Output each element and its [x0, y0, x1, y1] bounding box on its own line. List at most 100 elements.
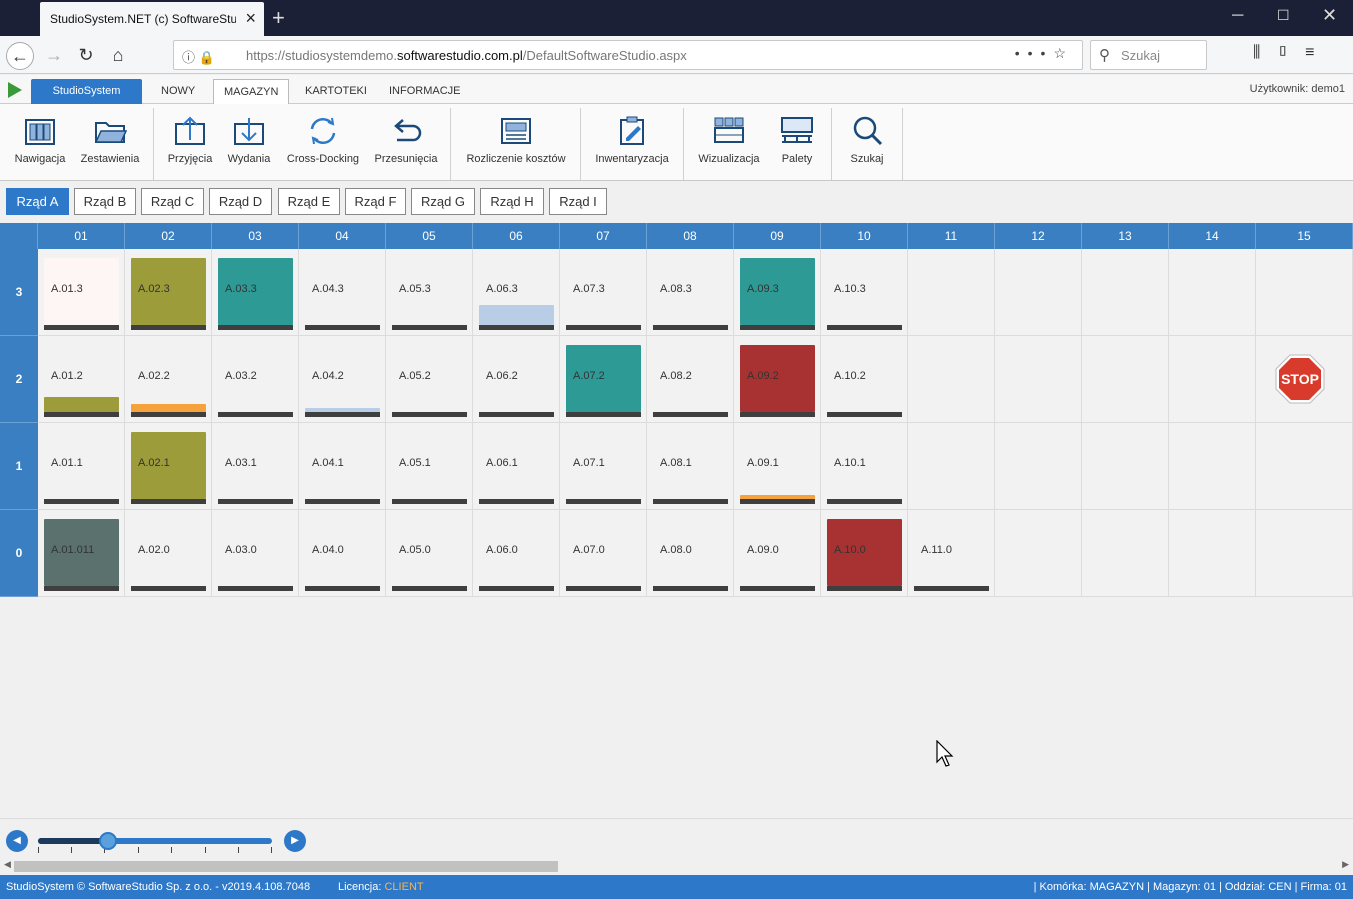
rack-cell[interactable]: A.03.1 [212, 423, 299, 510]
rack-cell[interactable]: A.03.0 [212, 510, 299, 597]
rack-cell[interactable]: A.04.2 [299, 336, 386, 423]
rack-cell[interactable]: A.10.1 [821, 423, 908, 510]
rack-cell[interactable] [1169, 249, 1256, 336]
rack-cell[interactable]: A.06.2 [473, 336, 560, 423]
rack-cell[interactable] [1169, 423, 1256, 510]
page-actions-icon[interactable]: •••☆ [1015, 45, 1074, 62]
forward-icon[interactable]: → [40, 42, 68, 70]
rack-cell[interactable]: A.02.0 [125, 510, 212, 597]
ribbon-palety[interactable]: Palety [768, 104, 826, 180]
rack-cell[interactable]: A.07.0 [560, 510, 647, 597]
rack-cell[interactable]: A.02.2 [125, 336, 212, 423]
rack-cell[interactable]: A.09.3 [734, 249, 821, 336]
rack-cell[interactable] [1082, 510, 1169, 597]
tab-rzad-h[interactable]: Rząd H [480, 188, 544, 215]
play-icon[interactable] [8, 82, 22, 98]
rack-cell[interactable]: STOP [1256, 336, 1353, 423]
rack-cell[interactable]: A.10.0 [821, 510, 908, 597]
rack-cell[interactable] [1082, 249, 1169, 336]
rack-cell[interactable]: A.05.2 [386, 336, 473, 423]
rack-cell[interactable] [908, 423, 995, 510]
close-tab-icon[interactable]: × [245, 8, 256, 29]
rack-cell[interactable] [995, 249, 1082, 336]
rack-cell[interactable]: A.04.0 [299, 510, 386, 597]
tab-rzad-i[interactable]: Rząd I [549, 188, 607, 215]
maximize-icon[interactable]: ☐ [1277, 7, 1290, 24]
menu-kartoteki[interactable]: KARTOTEKI [295, 79, 377, 105]
rack-cell[interactable] [908, 336, 995, 423]
rack-cell[interactable] [995, 336, 1082, 423]
ribbon-przesuniecia[interactable]: Przesunięcia [368, 104, 444, 180]
rack-cell[interactable]: A.01.3 [38, 249, 125, 336]
rack-cell[interactable]: A.08.3 [647, 249, 734, 336]
scroll-right-icon[interactable]: ▶ [1342, 859, 1349, 870]
rack-cell[interactable] [1082, 336, 1169, 423]
menu-magazyn[interactable]: MAGAZYN [213, 79, 290, 105]
slider-prev-icon[interactable]: ◀ [6, 830, 28, 852]
rack-cell[interactable]: A.06.3 [473, 249, 560, 336]
rack-cell[interactable]: A.08.0 [647, 510, 734, 597]
close-window-icon[interactable]: ✕ [1322, 5, 1337, 26]
tab-rzad-b[interactable]: Rząd B [74, 188, 136, 215]
tab-rzad-f[interactable]: Rząd F [345, 188, 406, 215]
rack-cell[interactable]: A.10.3 [821, 249, 908, 336]
rack-cell[interactable] [1256, 249, 1353, 336]
new-tab-icon[interactable]: + [272, 5, 285, 31]
menu-nowy[interactable]: NOWY [151, 79, 205, 105]
rack-cell[interactable]: A.07.1 [560, 423, 647, 510]
rack-cell[interactable]: A.07.2 [560, 336, 647, 423]
back-icon[interactable]: ← [6, 42, 34, 70]
rack-cell[interactable]: A.09.2 [734, 336, 821, 423]
minimize-icon[interactable]: ─ [1232, 7, 1243, 25]
slider-thumb[interactable] [99, 832, 118, 850]
home-icon[interactable]: ⌂ [104, 42, 132, 70]
rack-cell[interactable]: A.11.0 [908, 510, 995, 597]
site-info-icon[interactable]: ⓘ 🔒 [182, 47, 215, 66]
ribbon-wizualizacja[interactable]: Wizualizacja [692, 104, 766, 180]
url-bar[interactable]: ⓘ 🔒 https://studiosystemdemo.softwarestu… [173, 40, 1083, 70]
rack-cell[interactable]: A.09.1 [734, 423, 821, 510]
horizontal-scrollbar[interactable]: ◀ ▶ [0, 858, 1353, 875]
ribbon-nawigacja[interactable]: Nawigacja [8, 104, 72, 180]
ribbon-rozliczenie[interactable]: Rozliczenie kosztów [458, 104, 574, 180]
rack-cell[interactable]: A.10.2 [821, 336, 908, 423]
reload-icon[interactable]: ↻ [72, 42, 100, 70]
rack-cell[interactable]: A.01.1 [38, 423, 125, 510]
rack-cell[interactable]: A.02.1 [125, 423, 212, 510]
rack-cell[interactable]: A.02.3 [125, 249, 212, 336]
rack-cell[interactable]: A.05.1 [386, 423, 473, 510]
rack-cell[interactable] [1169, 510, 1256, 597]
rack-cell[interactable] [1256, 510, 1353, 597]
url-text[interactable]: https://studiosystemdemo.softwarestudio.… [246, 48, 687, 63]
slider-next-icon[interactable]: ▶ [284, 830, 306, 852]
ribbon-szukaj[interactable]: Szukaj [838, 104, 896, 180]
rack-cell[interactable]: A.04.1 [299, 423, 386, 510]
rack-cell[interactable] [1256, 423, 1353, 510]
rack-cell[interactable]: A.08.2 [647, 336, 734, 423]
rack-cell[interactable]: A.05.0 [386, 510, 473, 597]
menu-informacje[interactable]: INFORMACJE [379, 79, 471, 105]
rack-cell[interactable]: A.03.3 [212, 249, 299, 336]
scroll-left-icon[interactable]: ◀ [4, 859, 11, 870]
rack-cell[interactable]: A.01.011 [38, 510, 125, 597]
rack-cell[interactable]: A.09.0 [734, 510, 821, 597]
rack-cell[interactable]: A.07.3 [560, 249, 647, 336]
tab-rzad-g[interactable]: Rząd G [411, 188, 475, 215]
tab-rzad-e[interactable]: Rząd E [278, 188, 340, 215]
rack-cell[interactable] [995, 423, 1082, 510]
rack-cell[interactable] [995, 510, 1082, 597]
scrollbar-thumb[interactable] [14, 861, 558, 872]
library-icon[interactable]: ⫼▯≡ [1253, 44, 1331, 62]
rack-cell[interactable]: A.08.1 [647, 423, 734, 510]
tab-rzad-d[interactable]: Rząd D [209, 188, 272, 215]
ribbon-wydania[interactable]: Wydania [220, 104, 278, 180]
tab-rzad-a[interactable]: Rząd A [6, 188, 69, 215]
rack-cell[interactable]: A.05.3 [386, 249, 473, 336]
rack-cell[interactable] [1082, 423, 1169, 510]
ribbon-zestawienia[interactable]: Zestawienia [76, 104, 144, 180]
brand-tab[interactable]: StudioSystem [31, 79, 142, 105]
rack-cell[interactable]: A.01.2 [38, 336, 125, 423]
browser-search-input[interactable]: ⚲ Szukaj [1090, 40, 1207, 70]
rack-cell[interactable]: A.06.1 [473, 423, 560, 510]
ribbon-inwentaryzacja[interactable]: Inwentaryzacja [588, 104, 676, 180]
